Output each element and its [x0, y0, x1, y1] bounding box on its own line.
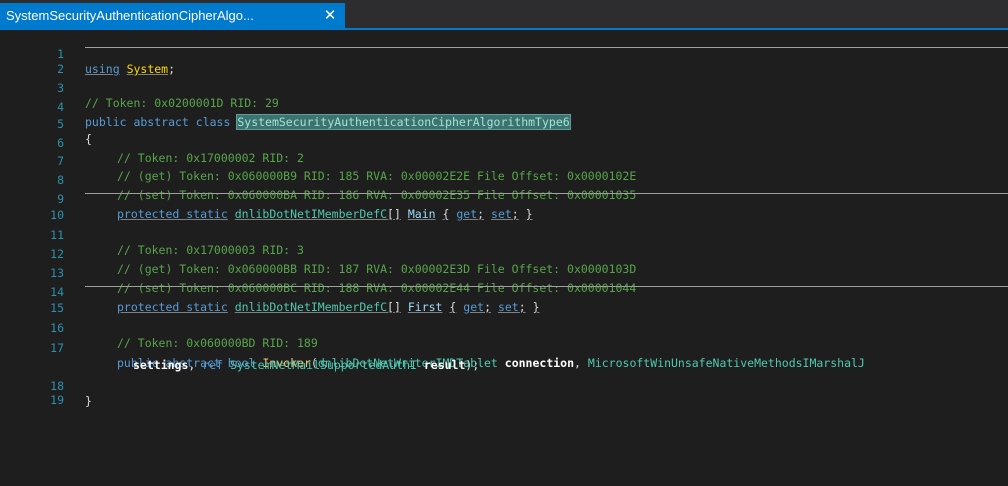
brace: } — [85, 394, 92, 408]
code-line: 3 // Token: 0x0200001D RID: 29 — [0, 66, 1008, 110]
code-line: 16 // Token: 0x060000BD RID: 189 — [0, 306, 1008, 350]
line-number: 19 — [50, 393, 64, 407]
code-line: 9 protected static dnlibDotNetIMemberDef… — [0, 177, 1008, 221]
code-line: 18 } — [0, 364, 1008, 408]
document-tab[interactable]: SystemSecurityAuthenticationCipherAlgo..… — [0, 3, 345, 28]
document-tab-bar: SystemSecurityAuthenticationCipherAlgo..… — [0, 0, 1008, 30]
close-icon[interactable]: ✕ — [321, 6, 339, 24]
code-line: 15 — [0, 286, 1008, 315]
code-line: 13 // (set) Token: 0x060000BC RID: 188 R… — [0, 251, 1008, 295]
code-line: 14 protected static dnlibDotNetIMemberDe… — [0, 270, 1008, 314]
code-line: 10 — [0, 193, 1008, 222]
code-line: 4 public abstract class SystemSecurityAu… — [0, 85, 1008, 130]
code-line: 7 // (get) Token: 0x060000B9 RID: 185 RV… — [0, 139, 1008, 183]
tab-title[interactable]: SystemSecurityAuthenticationCipherAlgo..… — [6, 8, 254, 23]
code-line: 11 // Token: 0x17000003 RID: 3 — [0, 213, 1008, 257]
code-line: 2 — [0, 47, 1008, 76]
code-line: 8 // (set) Token: 0x060000BA RID: 186 RV… — [0, 158, 1008, 202]
code-line-wrapped: settings, ref SystemNetMailSupportedAuth… — [0, 343, 1008, 372]
code-line: 6 // Token: 0x17000002 RID: 2 — [0, 121, 1008, 165]
code-line: 1 using System; — [0, 32, 1008, 76]
code-editor[interactable]: 1 using System; 2 3 // Token: 0x0200001D… — [0, 30, 1008, 486]
code-line: 5 { — [0, 102, 1008, 146]
code-line: 19 — [0, 378, 1008, 407]
code-line: 12 // (get) Token: 0x060000BB RID: 187 R… — [0, 232, 1008, 276]
code-line: 17 public abstract bool Invoker(dnlibDot… — [0, 326, 1008, 370]
